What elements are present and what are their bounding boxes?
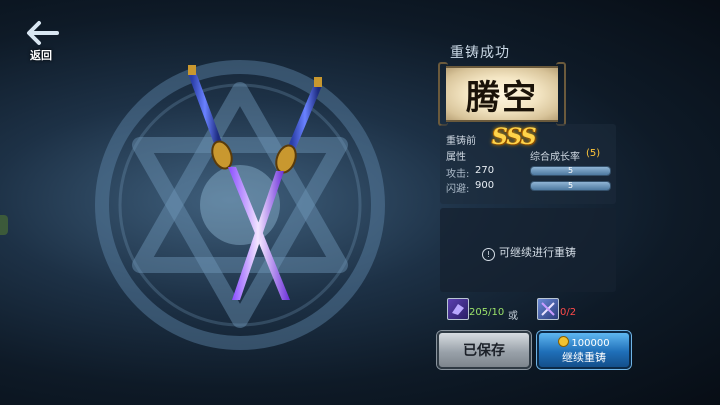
reforge-stone-count: 205/10 [469, 307, 505, 318]
reforge-cost: 100000 [558, 335, 610, 349]
exclamation-circle-icon: ! [482, 248, 495, 261]
grade-badge: SSS [492, 124, 537, 150]
attack-growth-value: 5 [567, 166, 574, 175]
gold-coin-icon [558, 335, 570, 347]
reforge-result-title: 重铸成功 [450, 45, 510, 61]
weapon-image [188, 65, 322, 300]
growth-rate-label: 综合成长率 [530, 152, 580, 163]
hint-message: ! 可继续进行重铸 [482, 244, 576, 261]
reforge-cost-value: 100000 [571, 337, 610, 349]
attack-value: 270 [475, 165, 495, 176]
weapon-name-plate: 腾空 [438, 62, 566, 126]
dodge-growth-value: 5 [567, 181, 574, 190]
continue-reforge-label: 继续重铸 [562, 350, 606, 364]
dodge-value: 900 [475, 180, 495, 191]
dodge-label: 闪避: [446, 184, 470, 195]
reforge-scroll-icon[interactable] [537, 298, 559, 320]
before-reforge-label: 重铸前 [446, 136, 476, 147]
or-separator: 或 [508, 311, 518, 322]
back-arrow-icon [27, 21, 59, 45]
saved-button[interactable]: 已保存 [437, 331, 531, 369]
attack-label: 攻击: [446, 169, 470, 180]
side-tab-edge[interactable] [0, 215, 8, 235]
continue-reforge-button[interactable]: 100000 继续重铸 [537, 331, 631, 369]
attribute-label: 属性 [446, 152, 466, 163]
growth-rate-value: (5) [586, 148, 601, 159]
back-button[interactable]: 返回 [22, 20, 64, 64]
weapon-name: 腾空 [466, 77, 538, 118]
back-label: 返回 [30, 49, 52, 62]
saved-button-label: 已保存 [463, 343, 505, 359]
hint-text: 可继续进行重铸 [499, 246, 576, 259]
reforge-scroll-count: 0/2 [560, 307, 577, 318]
reforge-stone-icon[interactable] [447, 298, 469, 320]
